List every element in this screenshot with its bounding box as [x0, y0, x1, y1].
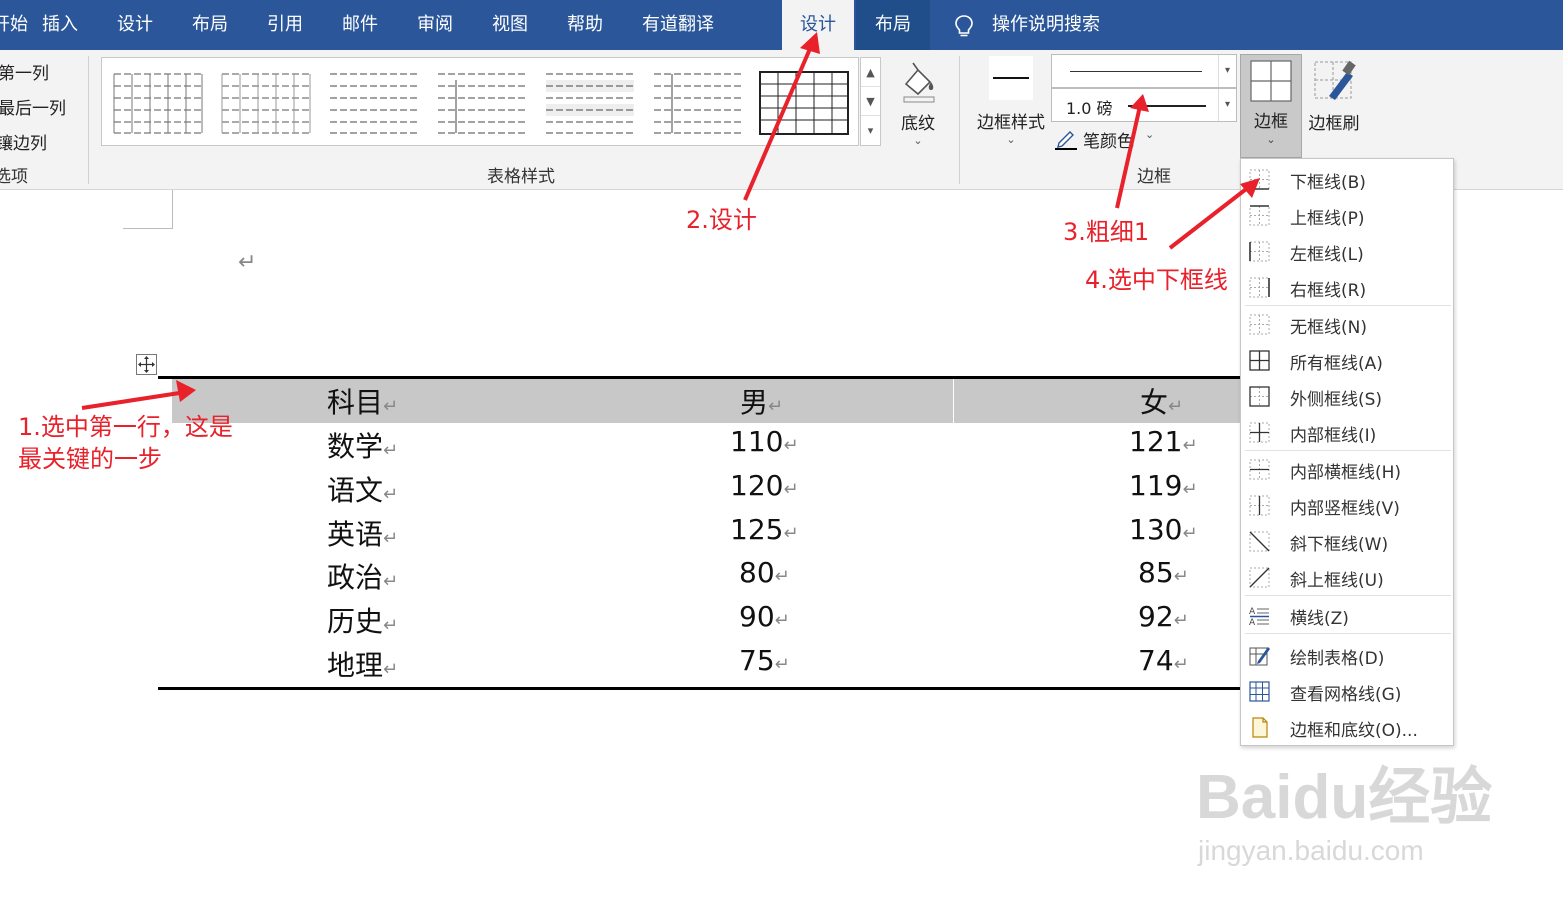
annotation-step1-line1: 1.选中第一行，这是 [18, 413, 233, 441]
annotation-step3: 3.粗细1 [1063, 218, 1150, 246]
annotation-step2: 2.设计 [686, 206, 757, 234]
annotation-step4: 4.选中下框线 [1085, 266, 1228, 294]
annotation-arrowhead [176, 380, 196, 402]
annotation-arrowhead [1240, 178, 1260, 198]
annotation-arrow [743, 43, 814, 201]
baidu-watermark: Baidu经验 [1196, 763, 1493, 832]
annotation-arrow [81, 390, 187, 410]
baidu-watermark-url: jingyan.baidu.com [1198, 835, 1424, 866]
annotation-arrowhead [1130, 94, 1149, 112]
annotation-arrow [1168, 184, 1252, 250]
annotation-arrowhead [800, 32, 820, 54]
annotation-arrow [1115, 105, 1142, 209]
annotation-step1-line2: 最关键的一步 [18, 445, 162, 473]
